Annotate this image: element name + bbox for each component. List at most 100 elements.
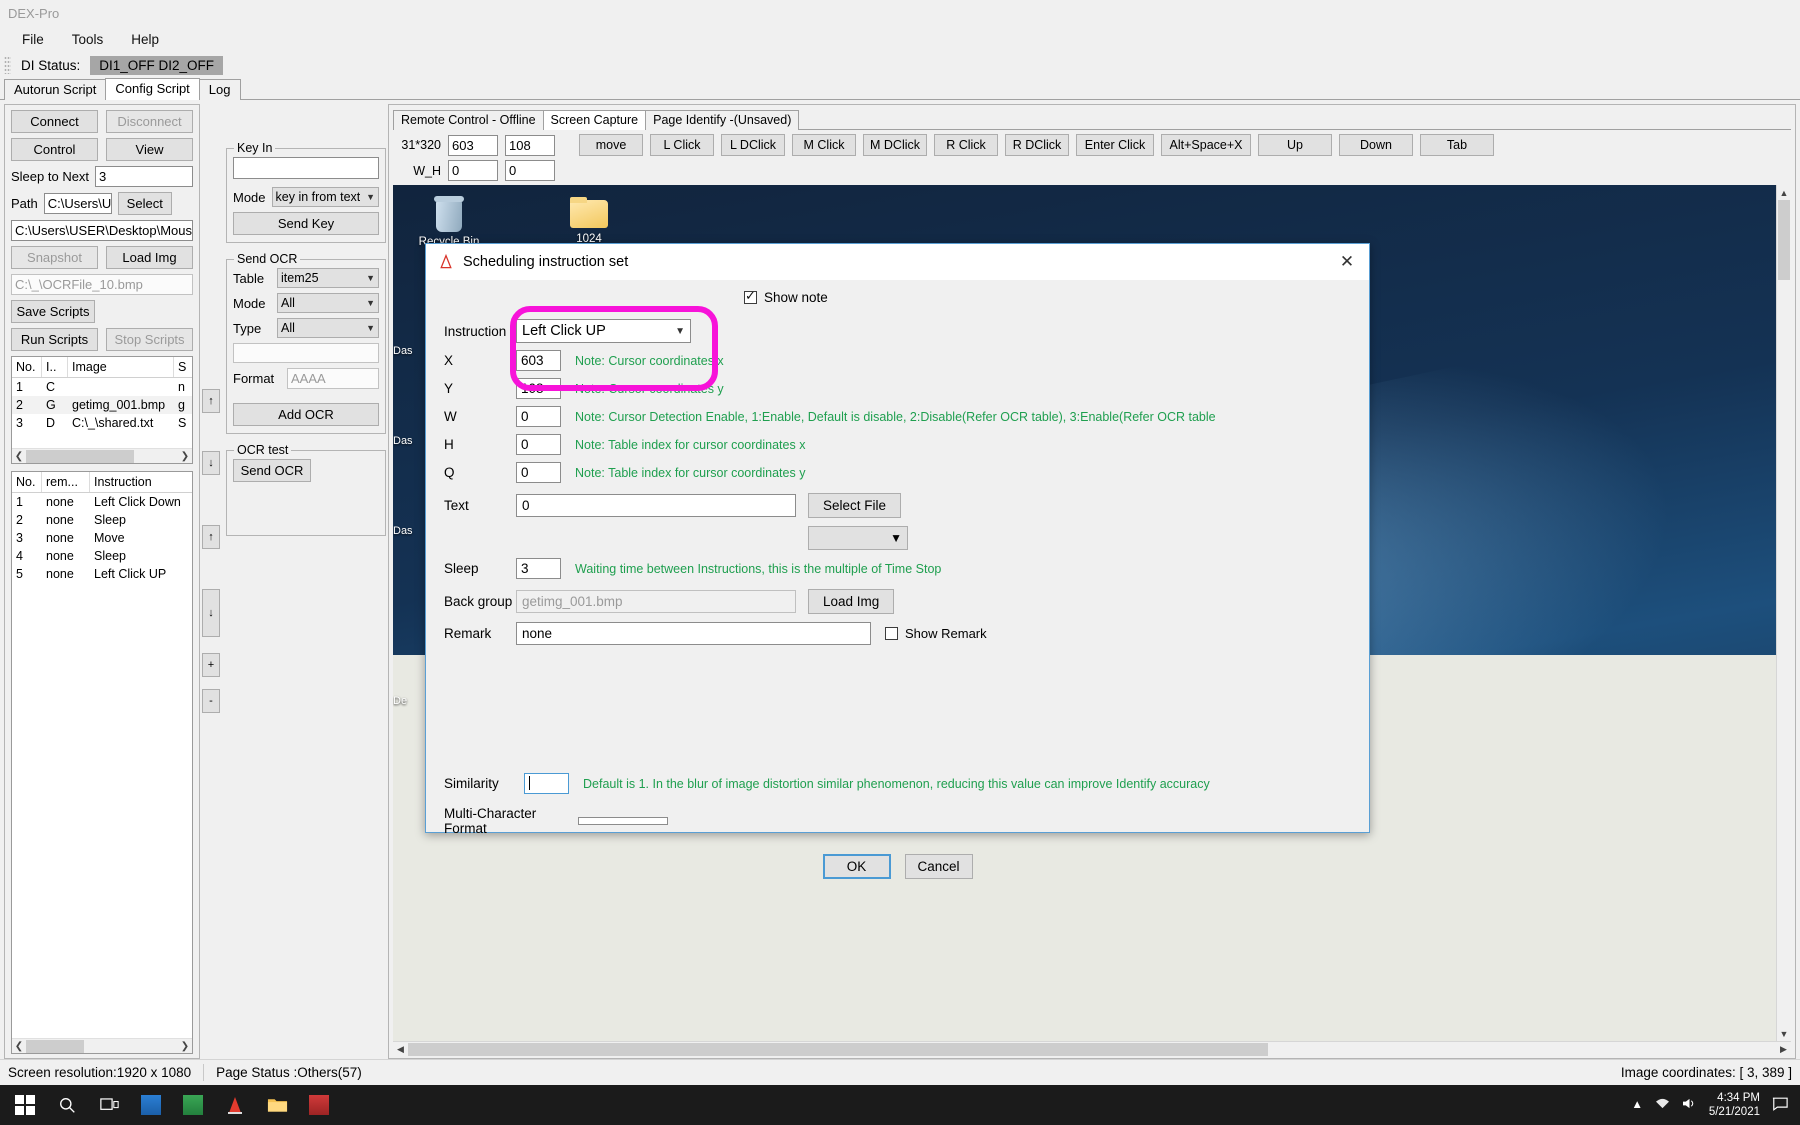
connect-button[interactable]: Connect xyxy=(11,110,98,133)
x-input[interactable]: 603 xyxy=(516,350,561,371)
key-in-mode-combo[interactable]: key in from text ▼ xyxy=(271,187,379,207)
view-button[interactable]: View xyxy=(106,138,193,161)
desktop-icon-recycle-bin[interactable]: Recycle Bin xyxy=(413,195,485,248)
network-icon[interactable] xyxy=(1655,1097,1670,1113)
w-input[interactable]: 0 xyxy=(516,406,561,427)
multichar-input[interactable] xyxy=(578,817,668,825)
windows-start-icon[interactable] xyxy=(4,1085,46,1125)
load-img-button[interactable]: Load Img xyxy=(106,246,193,269)
scroll-left-icon[interactable]: ❮ xyxy=(12,1041,26,1052)
snapshot-button[interactable]: Snapshot xyxy=(11,246,98,269)
m-dclick-button[interactable]: M DClick xyxy=(863,134,927,156)
h-input[interactable]: 0 xyxy=(516,434,561,455)
table-row[interactable]: 3 none Move xyxy=(12,529,192,547)
scroll-left-icon[interactable]: ❮ xyxy=(12,451,26,462)
remark-input[interactable]: none xyxy=(516,622,871,645)
disconnect-button[interactable]: Disconnect xyxy=(106,110,193,133)
tab-screen-capture[interactable]: Screen Capture xyxy=(542,110,647,130)
instr-add-button[interactable]: + xyxy=(202,653,220,677)
h-input[interactable]: 0 xyxy=(505,160,555,181)
file-type-combo[interactable]: ▼ xyxy=(808,526,908,550)
tab-log[interactable]: Log xyxy=(198,79,241,100)
alt-space-x-button[interactable]: Alt+Space+X xyxy=(1161,134,1251,156)
screen-vscrollbar[interactable]: ▲ ▼ xyxy=(1776,185,1791,1041)
table-row[interactable]: 3 D C:\_\shared.txt S xyxy=(12,414,192,432)
scroll-left-icon[interactable]: ◀ xyxy=(393,1044,408,1055)
image-table[interactable]: No. I.. Image S 1 C n 2 G getimg_001.bmp… xyxy=(11,356,193,464)
instr-remove-button[interactable]: - xyxy=(202,689,220,713)
l-dclick-button[interactable]: L DClick xyxy=(721,134,785,156)
r-click-button[interactable]: R Click xyxy=(934,134,998,156)
control-button[interactable]: Control xyxy=(11,138,98,161)
instruction-table-hscrollbar[interactable]: ❮ ❯ xyxy=(12,1038,192,1053)
ocr-table-combo[interactable]: item25 ▼ xyxy=(277,268,379,288)
move-button[interactable]: move xyxy=(579,134,643,156)
ocr-mode-combo[interactable]: All ▼ xyxy=(277,293,379,313)
menu-file[interactable]: File xyxy=(10,29,56,50)
cancel-button[interactable]: Cancel xyxy=(904,854,973,879)
tab-button[interactable]: Tab xyxy=(1420,134,1494,156)
scroll-thumb[interactable] xyxy=(408,1042,1268,1056)
y-input[interactable]: 108 xyxy=(516,378,561,399)
menu-help[interactable]: Help xyxy=(119,29,171,50)
chevron-up-icon[interactable]: ▲ xyxy=(1631,1099,1642,1111)
coord-x-input[interactable]: 603 xyxy=(448,134,498,156)
sleep-to-next-input[interactable]: 3 xyxy=(95,166,193,187)
table-row[interactable]: 5 none Left Click UP xyxy=(12,565,192,583)
select-file-button[interactable]: Select File xyxy=(808,493,902,518)
scroll-thumb[interactable] xyxy=(26,1039,84,1053)
m-click-button[interactable]: M Click xyxy=(792,134,856,156)
scroll-down-icon[interactable]: ▼ xyxy=(1777,1026,1791,1041)
instr-move-down-button[interactable]: ↓ xyxy=(202,589,220,637)
table-row[interactable]: 4 none Sleep xyxy=(12,547,192,565)
show-remark-row[interactable]: Show Remark xyxy=(885,626,987,641)
path-full-input[interactable]: C:\Users\USER\Desktop\Mouse xyxy=(11,220,193,241)
ocr-extra-input[interactable] xyxy=(233,343,379,363)
instruction-combo[interactable]: Left Click UP ▼ xyxy=(516,319,691,343)
scroll-right-icon[interactable]: ❯ xyxy=(178,1041,192,1052)
scroll-thumb[interactable] xyxy=(1778,200,1790,280)
app-blue-icon[interactable] xyxy=(130,1085,172,1125)
back-group-input[interactable]: getimg_001.bmp xyxy=(516,590,796,613)
scroll-right-icon[interactable]: ▶ xyxy=(1776,1044,1791,1055)
enter-click-button[interactable]: Enter Click xyxy=(1076,134,1154,156)
table-row[interactable]: 2 none Sleep xyxy=(12,511,192,529)
show-remark-checkbox[interactable] xyxy=(885,627,898,640)
add-ocr-button[interactable]: Add OCR xyxy=(233,403,379,426)
text-input[interactable]: 0 xyxy=(516,494,796,517)
send-key-button[interactable]: Send Key xyxy=(233,212,379,235)
table-row[interactable]: 2 G getimg_001.bmp g xyxy=(12,396,192,414)
ocr-format-input[interactable]: AAAA xyxy=(287,368,379,389)
load-img-button[interactable]: Load Img xyxy=(808,589,895,614)
key-in-input[interactable] xyxy=(233,157,379,179)
tab-remote-control[interactable]: Remote Control - Offline xyxy=(393,110,544,130)
tab-autorun-script[interactable]: Autorun Script xyxy=(4,79,107,100)
image-table-hscrollbar[interactable]: ❮ ❯ xyxy=(12,448,192,463)
send-ocr-button[interactable]: Send OCR xyxy=(233,459,311,482)
move-up-button[interactable]: ↑ xyxy=(202,389,220,413)
ok-button[interactable]: OK xyxy=(822,854,891,879)
show-note-checkbox[interactable] xyxy=(744,288,757,304)
save-scripts-button[interactable]: Save Scripts xyxy=(11,300,95,323)
menu-tools[interactable]: Tools xyxy=(60,29,116,50)
show-note-row[interactable]: Show note xyxy=(744,288,1351,305)
l-click-button[interactable]: L Click xyxy=(650,134,714,156)
scroll-up-icon[interactable]: ▲ xyxy=(1777,185,1791,200)
toolbar-grip-icon[interactable] xyxy=(4,56,11,74)
app-cone-icon[interactable] xyxy=(214,1085,256,1125)
similarity-input[interactable] xyxy=(524,773,569,794)
task-view-icon[interactable] xyxy=(88,1085,130,1125)
run-scripts-button[interactable]: Run Scripts xyxy=(11,328,98,351)
ocr-file-input[interactable]: C:\_\OCRFile_10.bmp xyxy=(11,274,193,295)
q-input[interactable]: 0 xyxy=(516,462,561,483)
search-icon[interactable] xyxy=(46,1085,88,1125)
tab-page-identify[interactable]: Page Identify -(Unsaved) xyxy=(645,110,800,130)
instr-move-up-button[interactable]: ↑ xyxy=(202,525,220,549)
path-input[interactable]: C:\Users\U: xyxy=(43,193,112,214)
scroll-right-icon[interactable]: ❯ xyxy=(178,451,192,462)
w-input[interactable]: 0 xyxy=(448,160,498,181)
table-row[interactable]: 1 C n xyxy=(12,378,192,396)
vscroll-track[interactable] xyxy=(1777,200,1791,1026)
file-explorer-icon[interactable] xyxy=(256,1085,298,1125)
scroll-thumb[interactable] xyxy=(26,449,134,463)
